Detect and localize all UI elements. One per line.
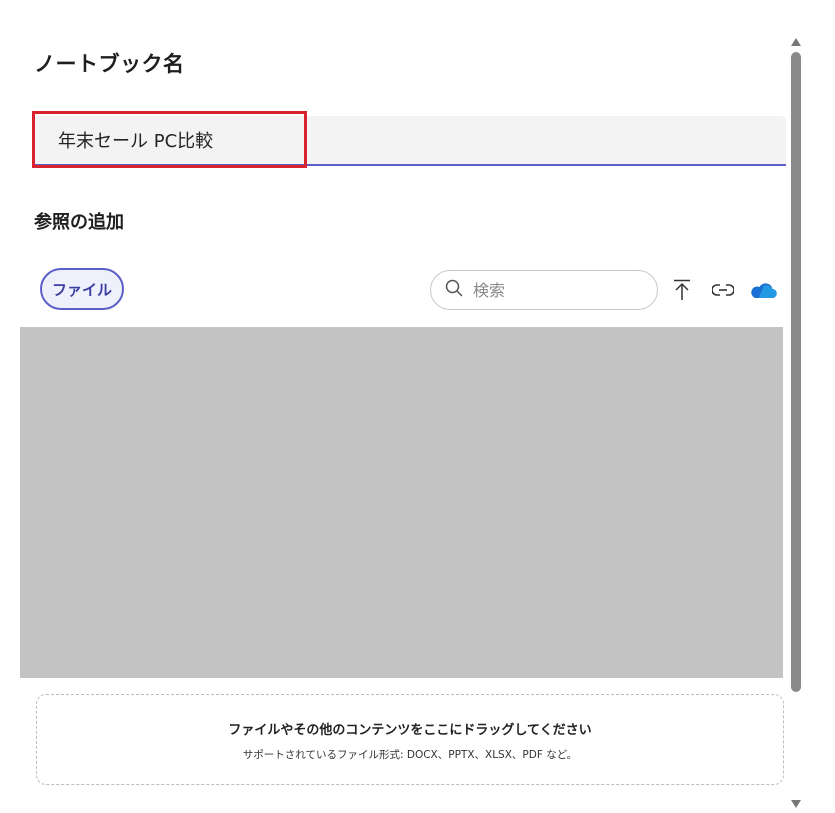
notebook-name-heading: ノートブック名	[34, 52, 185, 76]
vertical-scrollbar[interactable]	[789, 32, 803, 808]
onedrive-cloud-icon[interactable]	[749, 278, 777, 302]
scroll-up-arrow-icon[interactable]	[790, 32, 802, 46]
dropzone-subtitle: サポートされているファイル形式: DOCX、PPTX、XLSX、PDF など。	[242, 749, 578, 761]
search-box[interactable]	[430, 270, 658, 310]
upload-icon[interactable]	[670, 278, 694, 302]
search-icon	[445, 279, 463, 301]
file-dropzone[interactable]: ファイルやその他のコンテンツをここにドラッグしてください サポートされているファ…	[36, 694, 784, 785]
file-preview-area	[20, 327, 783, 678]
add-references-heading: 参照の追加	[34, 212, 124, 233]
link-icon[interactable]	[711, 278, 735, 302]
scroll-down-arrow-icon[interactable]	[790, 794, 802, 808]
dropzone-title: ファイルやその他のコンテンツをここにドラッグしてください	[228, 723, 592, 738]
search-input[interactable]	[471, 279, 645, 301]
files-filter-pill[interactable]: ファイル	[40, 268, 124, 310]
notebook-name-field-container	[34, 116, 786, 166]
notebook-name-input[interactable]	[34, 116, 786, 164]
scrollbar-thumb[interactable]	[791, 52, 801, 692]
